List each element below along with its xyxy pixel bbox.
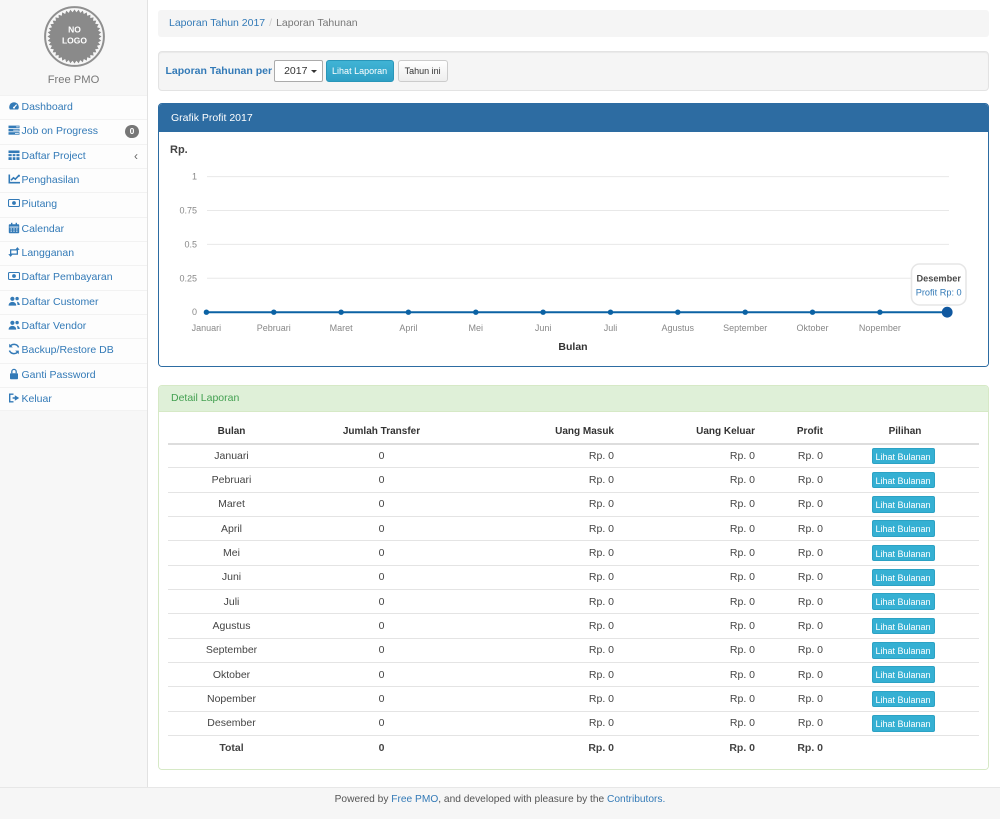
svg-text:September: September [723,323,767,333]
svg-text:0.5: 0.5 [184,239,197,249]
svg-text:Mei: Mei [469,323,484,333]
svg-text:0.75: 0.75 [179,206,197,216]
svg-text:0: 0 [192,307,197,317]
svg-text:Agustus: Agustus [662,323,695,333]
svg-text:Juni: Juni [535,323,552,333]
svg-text:Desember: Desember [916,274,961,284]
svg-text:Profit Rp: 0: Profit Rp: 0 [916,288,962,298]
svg-text:Oktober: Oktober [796,323,828,333]
svg-text:Januari: Januari [192,323,222,333]
svg-text:Bulan: Bulan [558,341,587,353]
svg-text:0.25: 0.25 [179,273,197,283]
svg-text:April: April [399,323,417,333]
svg-text:Pebruari: Pebruari [257,323,291,333]
svg-text:LOGO: LOGO [62,36,87,46]
svg-text:NO: NO [68,25,81,35]
svg-text:Juli: Juli [604,323,618,333]
svg-text:Maret: Maret [330,323,354,333]
svg-text:1: 1 [192,172,197,182]
svg-text:Rp.: Rp. [170,144,188,156]
svg-text:Nopember: Nopember [859,323,901,333]
